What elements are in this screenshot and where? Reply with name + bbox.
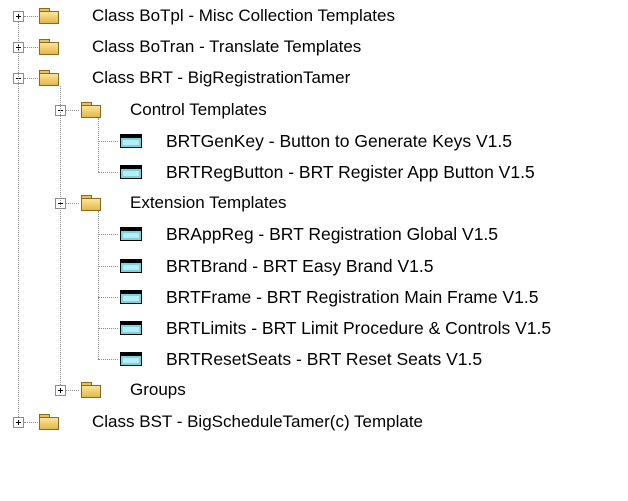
tree-guide-line [98, 265, 118, 267]
tree-node-label[interactable]: BRTResetSeats - BRT Reset Seats V1.5 [166, 347, 482, 371]
tree-node-label[interactable]: Extension Templates [130, 191, 287, 215]
tree-node-label[interactable]: Class BST - BigScheduleTamer(c) Template [92, 410, 423, 434]
tree-guide-line [18, 22, 19, 417]
tree-guide-line [98, 296, 118, 298]
template-tree[interactable]: Class BoTpl - Misc Collection Templates C… [0, 0, 628, 501]
tree-node-label[interactable]: Class BoTran - Translate Templates [92, 35, 361, 59]
tree-node-label[interactable]: Class BRT - BigRegistrationTamer [92, 66, 350, 90]
template-window-icon [120, 165, 142, 179]
template-window-icon [120, 352, 142, 367]
tree-guide-line [98, 211, 99, 360]
tree-node-label[interactable]: Class BoTpl - Misc Collection Templates [92, 4, 395, 28]
folder-icon [39, 39, 59, 56]
tree-guide-line [98, 359, 118, 361]
folder-icon [81, 382, 101, 399]
tree-guide-line [98, 172, 118, 173]
folder-icon [39, 8, 59, 24]
tree-guide-line [24, 47, 38, 49]
tree-guide-line [24, 16, 38, 17]
tree-guide-line [24, 421, 38, 423]
tree-guide-line [98, 234, 118, 236]
tree-guide-line [98, 140, 118, 142]
expand-button[interactable] [13, 416, 24, 428]
expand-button[interactable] [55, 385, 66, 397]
folder-icon [39, 413, 59, 430]
tree-node-label[interactable]: BRTRegButton - BRT Register App Button V… [166, 160, 535, 184]
tree-node-label[interactable]: BRTFrame - BRT Registration Main Frame V… [166, 285, 538, 309]
expand-button[interactable] [13, 11, 24, 22]
tree-node-label[interactable]: BRTGenKey - Button to Generate Keys V1.5 [166, 129, 512, 153]
tree-node-label[interactable]: BRTBrand - BRT Easy Brand V1.5 [166, 254, 434, 278]
folder-icon [81, 101, 101, 118]
folder-icon [39, 70, 59, 87]
folder-icon [81, 195, 101, 212]
template-window-icon [120, 227, 142, 242]
tree-node-label[interactable]: Groups [130, 378, 186, 402]
tree-node-label[interactable]: BRTLimits - BRT Limit Procedure & Contro… [166, 316, 551, 340]
tree-guide-line [24, 78, 38, 80]
tree-guide-line [98, 328, 118, 329]
tree-guide-line [98, 117, 99, 172]
tree-node-label[interactable]: BRAppReg - BRT Registration Global V1.5 [166, 222, 498, 246]
template-window-icon [120, 258, 142, 273]
template-window-icon [120, 321, 142, 335]
template-window-icon [120, 133, 142, 148]
tree-node-label[interactable]: Control Templates [130, 98, 267, 122]
template-window-icon [120, 289, 142, 304]
tree-guide-line [60, 86, 61, 386]
